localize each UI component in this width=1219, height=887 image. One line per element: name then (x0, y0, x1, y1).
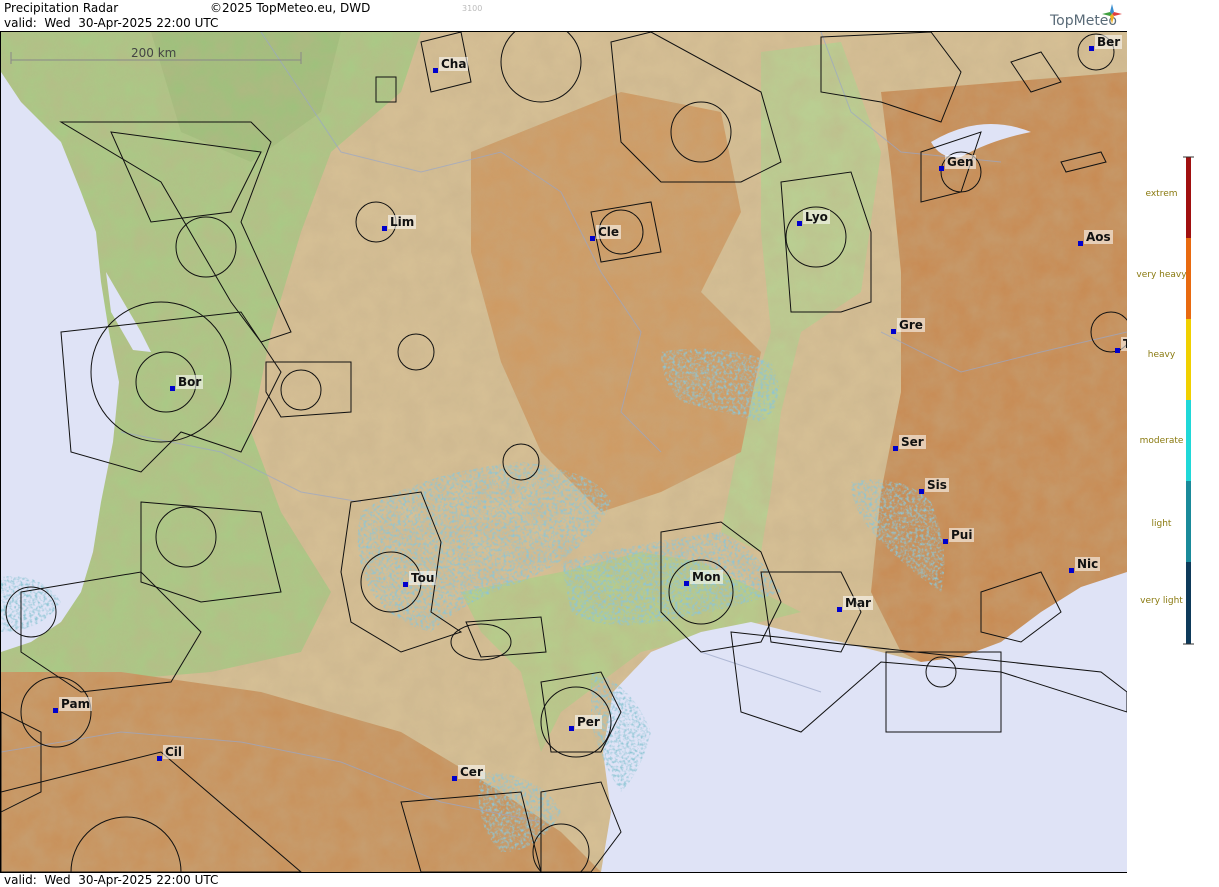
header-bar: Precipitation Radar ©2025 TopMeteo.eu, D… (0, 0, 1127, 32)
city-marker (53, 708, 58, 713)
compass-logo-icon (1102, 4, 1122, 24)
city-marker (433, 68, 438, 73)
city-marker (893, 446, 898, 451)
city-label[interactable]: Mar (843, 596, 873, 610)
city-label[interactable]: Lim (388, 215, 417, 229)
legend-label-heavy: heavy (1147, 350, 1176, 360)
city-marker (569, 726, 574, 731)
footer-valid-time: valid: Wed 30-Apr-2025 22:00 UTC (4, 873, 219, 887)
copyright-text: ©2025 TopMeteo.eu, DWD (210, 1, 371, 15)
city-label[interactable]: Lyo (803, 210, 830, 224)
city-marker (684, 581, 689, 586)
legend-label-light: light (1151, 519, 1172, 529)
precipitation-legend: extrem very heavy heavy moderate light v… (1128, 0, 1219, 887)
city-label[interactable]: Bor (176, 375, 204, 389)
legend-label-very-light: very light (1140, 596, 1183, 606)
city-label[interactable]: Pui (949, 528, 975, 542)
legend-label-moderate: moderate (1139, 436, 1184, 446)
city-marker (837, 607, 842, 612)
city-label[interactable]: Gre (897, 318, 925, 332)
city-label[interactable]: Mon (690, 570, 723, 584)
city-label[interactable]: Per (575, 715, 602, 729)
city-marker (170, 386, 175, 391)
city-marker (403, 582, 408, 587)
scale-bar-label: 200 km (131, 46, 177, 60)
footer-bar: valid: Wed 30-Apr-2025 22:00 UTC (0, 872, 1127, 887)
city-label[interactable]: Tou (409, 571, 437, 585)
legend-label-very-heavy: very heavy (1136, 270, 1187, 280)
city-label[interactable]: Gen (945, 155, 976, 169)
city-label[interactable]: Sis (925, 478, 949, 492)
city-marker (590, 236, 595, 241)
city-label[interactable]: Nic (1075, 557, 1101, 571)
city-marker (452, 776, 457, 781)
city-label[interactable]: T (1121, 337, 1127, 351)
city-label[interactable]: Aos (1084, 230, 1113, 244)
map-code: 3100 (462, 4, 483, 13)
product-title: Precipitation Radar (4, 1, 119, 15)
city-marker (891, 329, 896, 334)
city-label[interactable]: Ber (1095, 35, 1123, 49)
city-marker (939, 166, 944, 171)
city-marker (157, 756, 162, 761)
city-label[interactable]: Cil (163, 745, 185, 759)
valid-time: valid: Wed 30-Apr-2025 22:00 UTC (4, 16, 219, 30)
city-label[interactable]: Cer (458, 765, 485, 779)
city-marker (943, 539, 948, 544)
city-marker (1078, 241, 1083, 246)
radar-map[interactable]: 200 km Cha Ber Gen Lim Cle Lyo Aos Gre Bor Ser Sis… (1, 32, 1127, 872)
city-marker (1069, 568, 1074, 573)
legend-label-extrem: extrem (1145, 189, 1178, 199)
city-label[interactable]: Cha (439, 57, 469, 71)
city-marker (382, 226, 387, 231)
city-marker (919, 489, 924, 494)
city-marker (1089, 46, 1094, 51)
city-label[interactable]: Ser (899, 435, 926, 449)
city-label[interactable]: Cle (596, 225, 622, 239)
city-label[interactable]: Pam (59, 697, 93, 711)
city-marker (797, 221, 802, 226)
